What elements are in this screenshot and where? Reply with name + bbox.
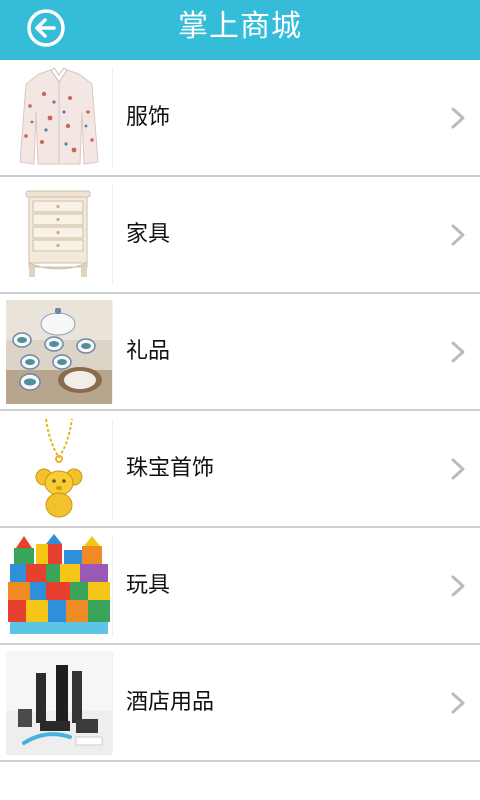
- category-label: 礼品: [126, 339, 171, 364]
- hotel-supplies-thumbnail: [6, 651, 112, 755]
- category-label: 酒店用品: [126, 690, 215, 715]
- category-row-toys[interactable]: 玩具: [0, 528, 480, 645]
- chevron-right-icon: [451, 575, 465, 597]
- row-divider: [112, 302, 113, 402]
- category-row-gifts[interactable]: 礼品: [0, 294, 480, 411]
- clothing-thumbnail: [6, 66, 112, 170]
- row-divider: [112, 185, 113, 285]
- page-title: 掌上商城: [178, 9, 302, 44]
- category-label: 服饰: [126, 105, 171, 130]
- toys-thumbnail: [6, 534, 112, 638]
- chevron-right-icon: [451, 692, 465, 714]
- category-label: 家具: [126, 222, 171, 247]
- category-row-jewelry[interactable]: 珠宝首饰: [0, 411, 480, 528]
- app-header: 掌上商城: [0, 0, 480, 60]
- category-row-furniture[interactable]: 家具: [0, 177, 480, 294]
- chevron-right-icon: [451, 458, 465, 480]
- chevron-right-icon: [451, 224, 465, 246]
- category-list: 服饰 家具 礼品 珠宝首饰 玩具 酒店用品: [0, 60, 480, 762]
- chevron-right-icon: [451, 107, 465, 129]
- chevron-right-icon: [451, 341, 465, 363]
- category-row-clothing[interactable]: 服饰: [0, 60, 480, 177]
- row-divider: [112, 68, 113, 168]
- furniture-thumbnail: [6, 183, 112, 287]
- jewelry-thumbnail: [6, 417, 112, 521]
- category-label: 珠宝首饰: [126, 456, 215, 481]
- row-divider: [112, 653, 113, 753]
- category-label: 玩具: [126, 573, 171, 598]
- row-divider: [112, 536, 113, 636]
- row-divider: [112, 419, 113, 519]
- gifts-thumbnail: [6, 300, 112, 404]
- category-row-hotel-supplies[interactable]: 酒店用品: [0, 645, 480, 762]
